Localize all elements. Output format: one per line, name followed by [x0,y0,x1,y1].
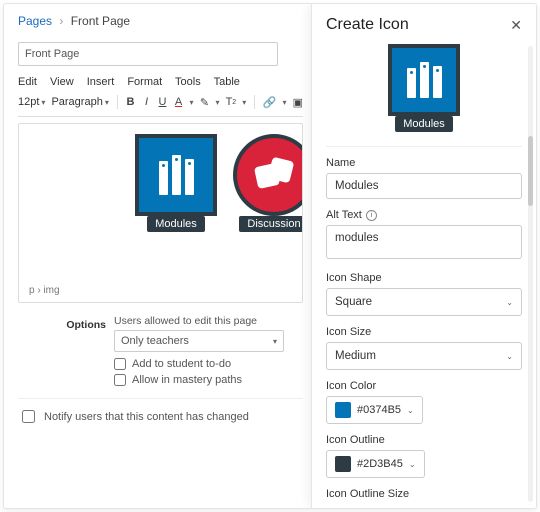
chevron-down-icon: ⌄ [409,460,416,469]
link-button[interactable]: 🔗 [263,94,277,110]
chevron-down-icon: ⌄ [506,298,513,307]
discussion-icon [233,134,303,216]
size-select[interactable]: Medium⌄ [326,342,522,370]
italic-button[interactable]: I [141,94,151,110]
editors-caption: Users allowed to edit this page [114,315,303,327]
breadcrumb-root[interactable]: Pages [18,14,52,28]
name-input[interactable] [326,173,522,199]
breadcrumb-separator: › [59,14,63,28]
editor-path: p › img [29,285,60,296]
size-label: Icon Size [326,326,522,338]
color-swatch [335,402,351,418]
close-icon[interactable]: ✕ [510,17,522,34]
menu-insert[interactable]: Insert [87,76,115,88]
panel-title: Create Icon [326,16,409,34]
highlight-button[interactable]: ✎ [200,94,210,110]
options-label: Options [18,315,106,386]
superscript-button[interactable]: T2 [226,94,237,110]
alttext-input[interactable]: modules [326,225,522,259]
content-icon-modules[interactable]: Modules [135,134,217,302]
shape-select[interactable]: Square⌄ [326,288,522,316]
modules-icon-label: Modules [147,216,205,232]
discussion-icon-label: Discussion [239,216,303,232]
menu-tools[interactable]: Tools [175,76,201,88]
menu-table[interactable]: Table [214,76,240,88]
info-icon[interactable]: i [366,210,377,221]
mastery-paths-checkbox[interactable]: Allow in mastery paths [114,374,303,386]
color-select[interactable]: #0374B5 ⌄ [326,396,423,424]
editor-menubar: Edit View Insert Format Tools Table [18,76,303,88]
outline-select[interactable]: #2D3B45 ⌄ [326,450,425,478]
outline-size-label: Icon Outline Size [326,488,522,500]
bold-button[interactable]: B [125,94,135,110]
chevron-down-icon: ⌄ [407,406,414,415]
alttext-label: Alt Text [326,209,362,221]
breadcrumb-current: Front Page [71,14,130,28]
notify-checkbox[interactable]: Notify users that this content has chang… [18,407,303,426]
menu-edit[interactable]: Edit [18,76,37,88]
icon-preview: Modules [326,44,522,132]
editor-toolbar: 12pt▾ Paragraph▾ B I U A▾ ✎▾ T2▾ 🔗▾ ▣ [18,94,303,117]
preview-tile [388,44,460,116]
page-title-input[interactable] [18,42,278,66]
add-todo-checkbox[interactable]: Add to student to-do [114,358,303,370]
modules-icon [135,134,217,216]
image-button[interactable]: ▣ [293,94,303,110]
menu-view[interactable]: View [50,76,74,88]
preview-label: Modules [395,116,453,132]
content-icon-discussion[interactable]: Discussion [233,134,303,302]
editors-select[interactable]: Only teachers▾ [114,330,284,352]
shape-label: Icon Shape [326,272,522,284]
font-size-select[interactable]: 12pt▾ [18,96,45,108]
panel-scrollbar[interactable] [528,46,533,502]
outline-label: Icon Outline [326,434,522,446]
text-color-button[interactable]: A [174,94,184,110]
chevron-down-icon: ⌄ [506,352,513,361]
outline-swatch [335,456,351,472]
name-label: Name [326,157,522,169]
color-label: Icon Color [326,380,522,392]
underline-button[interactable]: U [157,94,167,110]
block-format-select[interactable]: Paragraph▾ [51,96,108,108]
rich-text-editor[interactable]: Modules Discussion p › img [18,123,303,303]
breadcrumb: Pages › Front Page [18,14,303,28]
menu-format[interactable]: Format [127,76,162,88]
